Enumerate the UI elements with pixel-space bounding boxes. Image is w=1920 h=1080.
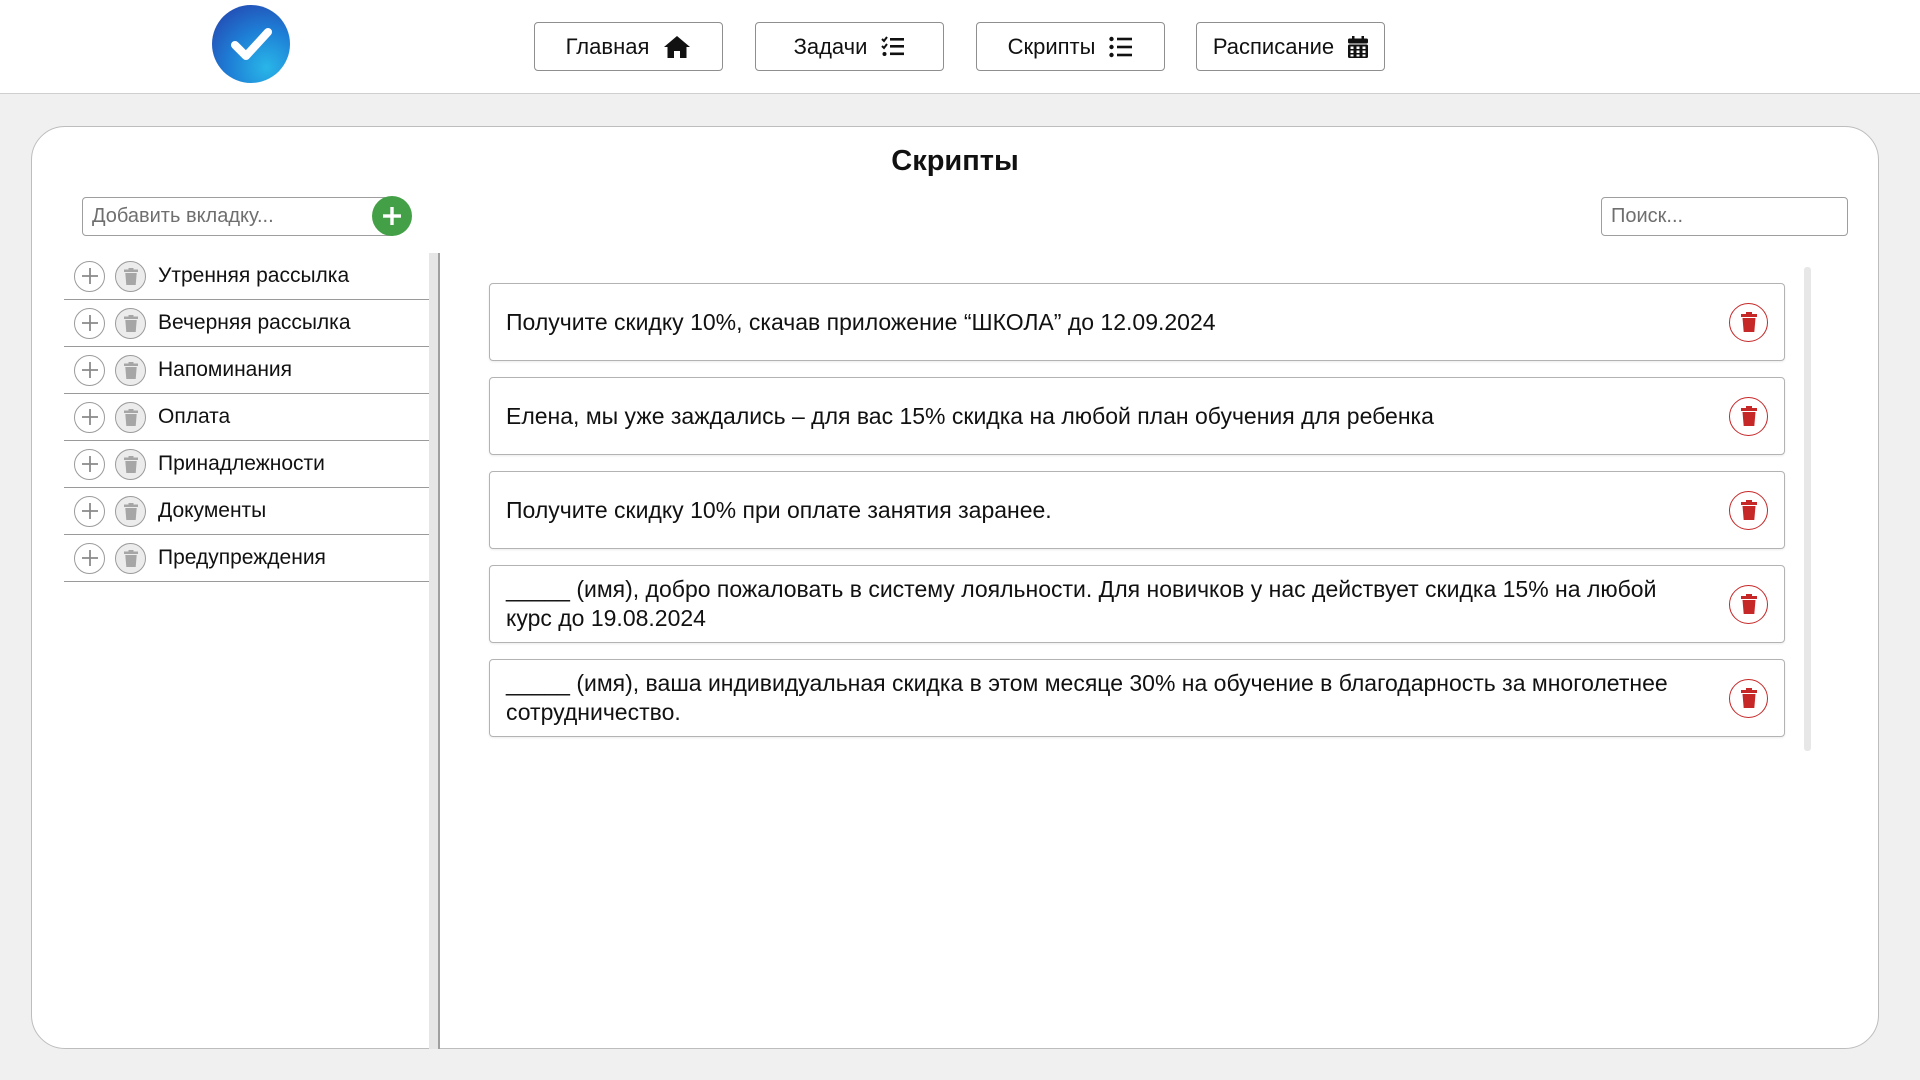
- script-text: _____ (имя), ваша индивидуальная скидка …: [506, 670, 1668, 725]
- sidebar-item-evening-mailing[interactable]: Вечерняя рассылка: [64, 300, 429, 347]
- plus-icon: [81, 503, 98, 519]
- add-script-button[interactable]: [74, 495, 105, 527]
- script-card[interactable]: _____ (имя), добро пожаловать в систему …: [489, 565, 1785, 643]
- sidebar-item-label: Принадлежности: [158, 452, 325, 475]
- delete-script-button[interactable]: [1729, 302, 1768, 342]
- scripts-scrollbar[interactable]: [1804, 267, 1811, 751]
- delete-script-button[interactable]: [1729, 490, 1768, 530]
- script-card[interactable]: Получите скидку 10%, скачав приложение “…: [489, 283, 1785, 361]
- plus-icon: [81, 268, 98, 284]
- add-script-button[interactable]: [74, 542, 105, 574]
- delete-script-button[interactable]: [1729, 584, 1768, 624]
- sidebar-item-label: Документы: [158, 499, 267, 522]
- trash-icon: [123, 502, 138, 520]
- script-text: Получите скидку 10% при оплате занятия з…: [506, 496, 1052, 523]
- trash-icon: [1740, 406, 1757, 426]
- sidebar-item-reminders[interactable]: Напоминания: [64, 347, 429, 394]
- nav-schedule-button[interactable]: Расписание: [1196, 22, 1385, 71]
- plus-icon: [81, 550, 98, 566]
- list-icon: [1109, 36, 1133, 57]
- trash-icon: [123, 361, 138, 379]
- sidebar-item-label: Напоминания: [158, 358, 293, 381]
- plus-icon: [81, 409, 98, 425]
- delete-tab-button[interactable]: [115, 307, 146, 339]
- trash-icon: [1740, 594, 1757, 614]
- nav-schedule-label: Расписание: [1212, 33, 1335, 59]
- nav-tasks-button[interactable]: Задачи: [755, 22, 944, 71]
- delete-tab-button[interactable]: [115, 354, 146, 386]
- task-list-icon: [881, 35, 905, 56]
- sidebar-item-morning-mailing[interactable]: Утренняя рассылка: [64, 253, 429, 300]
- plus-icon: [81, 362, 98, 378]
- script-card[interactable]: _____ (имя), ваша индивидуальная скидка …: [489, 659, 1785, 737]
- top-navigation-bar: Главная Задачи Скрипты Расписание: [0, 0, 1920, 94]
- delete-tab-button[interactable]: [115, 448, 146, 480]
- add-tab-button[interactable]: [372, 196, 412, 236]
- add-script-button[interactable]: [74, 260, 105, 292]
- home-icon: [664, 35, 691, 58]
- sidebar-item-label: Утренняя рассылка: [158, 264, 350, 287]
- sidebar-scrollbar[interactable]: [429, 253, 438, 1049]
- trash-icon: [123, 549, 138, 567]
- nav-scripts-button[interactable]: Скрипты: [976, 22, 1165, 71]
- add-script-button[interactable]: [74, 307, 105, 339]
- sidebar-item-documents[interactable]: Документы: [64, 488, 429, 535]
- nav-tasks-label: Задачи: [793, 33, 868, 59]
- delete-tab-button[interactable]: [115, 495, 146, 527]
- plus-icon: [81, 315, 98, 331]
- sidebar-divider: [438, 253, 440, 1049]
- plus-icon: [383, 207, 401, 225]
- page-title: Скрипты: [891, 145, 1019, 177]
- add-script-button[interactable]: [74, 448, 105, 480]
- sidebar-item-label: Оплата: [158, 405, 231, 428]
- sidebar-item-label: Вечерняя рассылка: [158, 311, 351, 334]
- sidebar-item-warnings[interactable]: Предупреждения: [64, 535, 429, 582]
- nav-scripts-label: Скрипты: [1007, 33, 1096, 59]
- trash-icon: [123, 314, 138, 332]
- sidebar-item-supplies[interactable]: Принадлежности: [64, 441, 429, 488]
- delete-tab-button[interactable]: [115, 260, 146, 292]
- sidebar-item-payment[interactable]: Оплата: [64, 394, 429, 441]
- script-card[interactable]: Получите скидку 10% при оплате занятия з…: [489, 471, 1785, 549]
- script-text: Елена, мы уже заждались – для вас 15% ск…: [506, 402, 1434, 429]
- script-text: _____ (имя), добро пожаловать в систему …: [506, 576, 1657, 631]
- scripts-list: Получите скидку 10%, скачав приложение “…: [489, 283, 1785, 753]
- scripts-card: Скрипты Утренняя рассылка Вечерняя: [31, 126, 1879, 1049]
- search-input[interactable]: [1601, 197, 1848, 236]
- script-text: Получите скидку 10%, скачав приложение “…: [506, 308, 1216, 335]
- trash-icon: [1740, 312, 1757, 332]
- add-script-button[interactable]: [74, 401, 105, 433]
- trash-icon: [123, 408, 138, 426]
- nav-home-button[interactable]: Главная: [534, 22, 723, 71]
- check-icon: [231, 28, 272, 60]
- sidebar-item-label: Предупреждения: [158, 546, 326, 569]
- add-script-button[interactable]: [74, 354, 105, 386]
- trash-icon: [1740, 688, 1757, 708]
- tabs-sidebar: Утренняя рассылка Вечерняя рассылка Напо…: [64, 253, 429, 582]
- delete-tab-button[interactable]: [115, 401, 146, 433]
- trash-icon: [123, 455, 138, 473]
- app-logo[interactable]: [212, 5, 290, 83]
- script-card[interactable]: Елена, мы уже заждались – для вас 15% ск…: [489, 377, 1785, 455]
- delete-script-button[interactable]: [1729, 396, 1768, 436]
- calendar-icon: [1348, 35, 1369, 58]
- nav-home-label: Главная: [565, 33, 650, 59]
- delete-tab-button[interactable]: [115, 542, 146, 574]
- add-tab-input[interactable]: [82, 197, 396, 236]
- plus-icon: [81, 456, 98, 472]
- trash-icon: [1740, 500, 1757, 520]
- delete-script-button[interactable]: [1729, 678, 1768, 718]
- trash-icon: [123, 267, 138, 285]
